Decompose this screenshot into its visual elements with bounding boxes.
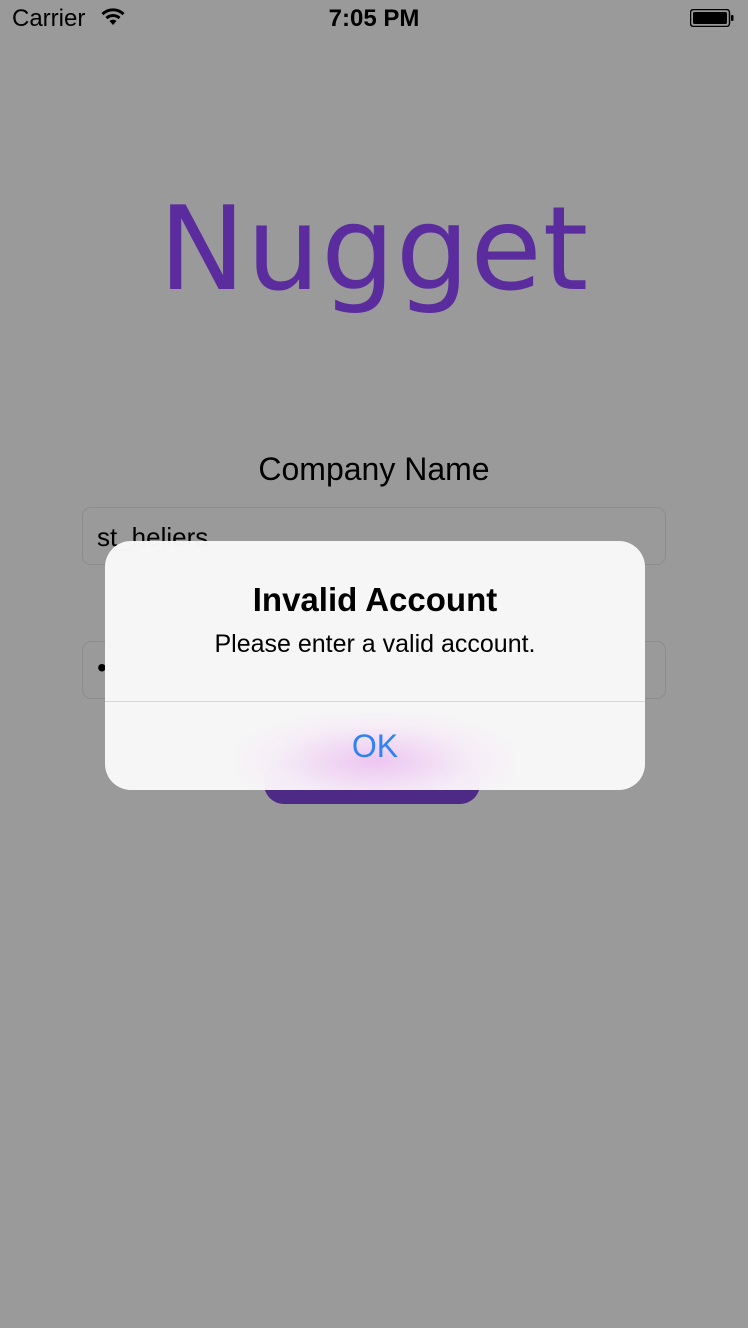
- status-time: 7:05 PM: [328, 5, 420, 32]
- company-name-label: Company Name: [258, 451, 490, 487]
- alert-dialog: Invalid Account Please enter a valid acc…: [105, 541, 645, 790]
- alert-title: Invalid Account: [252, 581, 498, 618]
- battery-icon: [690, 9, 734, 27]
- app-logo: Nugget: [158, 182, 590, 317]
- ok-button[interactable]: OK: [105, 702, 645, 790]
- status-bar: Carrier 7:05 PM: [0, 0, 748, 40]
- alert-message: Please enter a valid account.: [214, 630, 536, 658]
